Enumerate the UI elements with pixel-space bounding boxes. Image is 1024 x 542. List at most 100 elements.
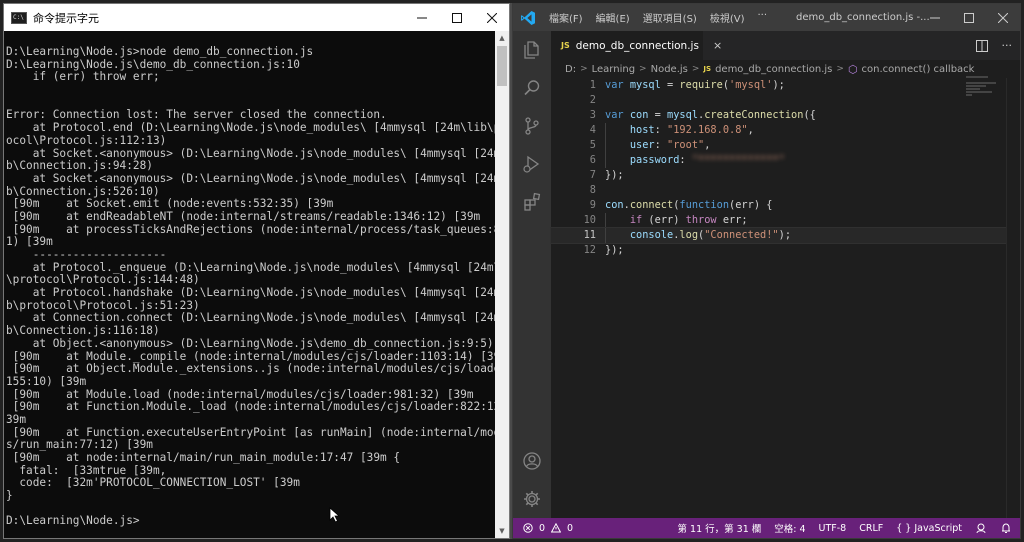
source-control-icon[interactable] <box>513 107 551 145</box>
code-line-9: 9 con.connect(function(err) { <box>551 198 1006 213</box>
close-button[interactable] <box>474 4 509 31</box>
menu-edit[interactable]: 編輯(E) <box>596 10 630 25</box>
code-line-7: 7}); <box>551 168 1006 183</box>
console-line: at Object.<anonymous> (D:\Learning\Node.… <box>6 336 494 350</box>
minimap[interactable] <box>966 76 1006 106</box>
breadcrumb-symbol[interactable]: con.connect() callback <box>862 64 975 75</box>
minimize-button[interactable] <box>404 4 439 31</box>
breadcrumb-folder-learning[interactable]: Learning <box>592 64 635 75</box>
menu-file[interactable]: 檔案(F) <box>549 10 583 25</box>
line-number: 2 <box>589 94 596 106</box>
console-line: b\Connection.js:94:28) <box>6 159 153 173</box>
close-icon <box>998 12 1008 23</box>
line-number: 3 <box>589 109 596 121</box>
status-bar: 0 0 第 11 行，第 31 欄 空格: 4 UTF-8 CRLF { } J… <box>513 518 1020 538</box>
cmd-scrollbar[interactable]: ▲ ▼ <box>495 31 509 538</box>
warning-icon <box>551 523 562 533</box>
extensions-icon[interactable] <box>513 183 551 221</box>
breadcrumb-file[interactable]: demo_db_connection.js <box>715 64 832 75</box>
tab-close-icon[interactable]: × <box>713 39 722 52</box>
vscode-window: 檔案(F) 編輯(E) 選取項目(S) 檢視(V) ··· demo_db_co… <box>512 3 1021 539</box>
maximize-button[interactable] <box>439 4 474 31</box>
split-editor-icon[interactable] <box>975 39 988 52</box>
cmd-icon[interactable]: C:\ <box>11 11 27 24</box>
minimize-button[interactable] <box>918 4 952 31</box>
status-bar-right: 第 11 行，第 31 欄 空格: 4 UTF-8 CRLF { } JavaS… <box>678 518 1013 538</box>
code-line-5: 5 user: "root", <box>551 138 1006 153</box>
code-line-10: 10 if (err) throw err; <box>551 213 1006 228</box>
breadcrumb-folder-nodejs[interactable]: Node.js <box>651 64 688 75</box>
maximize-button[interactable] <box>952 4 986 31</box>
code-line-8: 8 <box>551 183 1006 198</box>
vscode-logo-icon <box>513 4 543 31</box>
cmd-title: 命令提示字元 <box>33 11 99 25</box>
line-number: 5 <box>589 139 596 151</box>
cursor-position[interactable]: 第 11 行，第 31 欄 <box>678 521 762 535</box>
more-actions-icon[interactable]: ··· <box>1002 39 1013 52</box>
code-line-1: 1 var mysql = require('mysql'); <box>551 78 1006 93</box>
activity-bar <box>513 31 551 518</box>
console-line: [90m at processTicksAndRejections (node:… <box>6 222 497 236</box>
code-line-4: 4 host: "192.168.0.8", <box>551 123 1006 138</box>
cmd-window: C:\ 命令提示字元 D:\Learning\Node.js>node demo… <box>3 3 510 539</box>
javascript-file-icon: JS <box>703 65 712 73</box>
menu-view[interactable]: 檢視(V) <box>710 10 745 25</box>
line-number: 7 <box>589 169 596 181</box>
cmd-output[interactable]: D:\Learning\Node.js>node demo_db_connect… <box>4 31 497 538</box>
console-line: -------------------- <box>6 248 167 261</box>
line-number: 9 <box>589 199 596 211</box>
menu-selection[interactable]: 選取項目(S) <box>643 10 697 25</box>
code-line-11: 11 console.log("Connected!"); <box>550 227 1007 244</box>
console-line: [90m at node:internal/main/run_main_modu… <box>6 451 401 464</box>
function-symbol-icon: ⬡ <box>847 62 858 76</box>
breadcrumb: D: > Learning > Node.js > JS demo_db_con… <box>551 60 1020 78</box>
error-count: 0 <box>539 522 546 534</box>
vscode-titlebar[interactable]: 檔案(F) 編輯(E) 選取項目(S) 檢視(V) ··· demo_db_co… <box>513 4 1020 31</box>
console-line: code: [32m'PROTOCOL_CONNECTION_LOST' [39… <box>6 476 300 490</box>
file-encoding[interactable]: UTF-8 <box>819 523 847 534</box>
language-mode[interactable]: { } JavaScript <box>896 523 962 534</box>
search-icon[interactable] <box>513 69 551 107</box>
scroll-thumb[interactable] <box>497 46 507 86</box>
window-title: demo_db_connection.js -... <box>796 12 930 23</box>
breadcrumb-drive[interactable]: D: <box>565 64 576 75</box>
notifications-bell-icon[interactable] <box>1000 522 1012 534</box>
editor-scrollbar[interactable] <box>1006 78 1020 518</box>
code-line-6: 6 password: "*************" <box>551 153 1006 168</box>
minimize-icon <box>930 17 940 18</box>
feedback-icon[interactable] <box>975 522 987 534</box>
maximize-icon <box>964 12 974 23</box>
cmd-window-controls <box>404 4 509 31</box>
problems-indicator[interactable]: 0 0 <box>513 523 573 534</box>
tab-demo-db-connection[interactable]: JS demo_db_connection.js × <box>551 31 722 60</box>
chevron-right-icon: > <box>836 64 844 74</box>
console-line: 39m <box>6 412 27 426</box>
menu-more[interactable]: ··· <box>758 10 768 25</box>
console-line: ocol\Protocol.js:112:13) <box>6 133 167 147</box>
explorer-icon[interactable] <box>513 31 551 69</box>
scroll-down-icon[interactable]: ▼ <box>495 524 509 538</box>
run-debug-icon[interactable] <box>513 145 551 183</box>
code-line-3: 3 var con = mysql.createConnection({ <box>551 108 1006 123</box>
console-line: } <box>6 489 13 503</box>
console-line: D:\Learning\Node.js>node demo_db_connect… <box>6 45 314 58</box>
menu-bar: 檔案(F) 編輯(E) 選取項目(S) 檢視(V) ··· <box>549 10 767 25</box>
close-button[interactable] <box>986 4 1020 31</box>
line-number: 12 <box>583 244 596 256</box>
account-icon[interactable] <box>513 442 551 480</box>
chevron-right-icon: > <box>580 64 588 74</box>
manage-gear-icon[interactable] <box>513 480 551 518</box>
line-number: 11 <box>583 229 596 241</box>
javascript-file-icon: JS <box>561 41 570 50</box>
end-of-line[interactable]: CRLF <box>859 523 883 534</box>
cmd-titlebar[interactable]: C:\ 命令提示字元 <box>4 4 509 31</box>
console-line: [90m at Function.Module._load (node:inte… <box>6 400 497 414</box>
tab-label: demo_db_connection.js <box>575 39 699 52</box>
code-editor[interactable]: 1 var mysql = require('mysql'); 2 3 var co… <box>550 78 1007 518</box>
console-line: [90m at endReadableNT (node:internal/str… <box>6 209 481 223</box>
indentation[interactable]: 空格: 4 <box>774 521 805 535</box>
activity-bar-bottom <box>513 442 551 518</box>
scroll-up-icon[interactable]: ▲ <box>495 31 509 45</box>
line-number: 8 <box>589 184 596 196</box>
